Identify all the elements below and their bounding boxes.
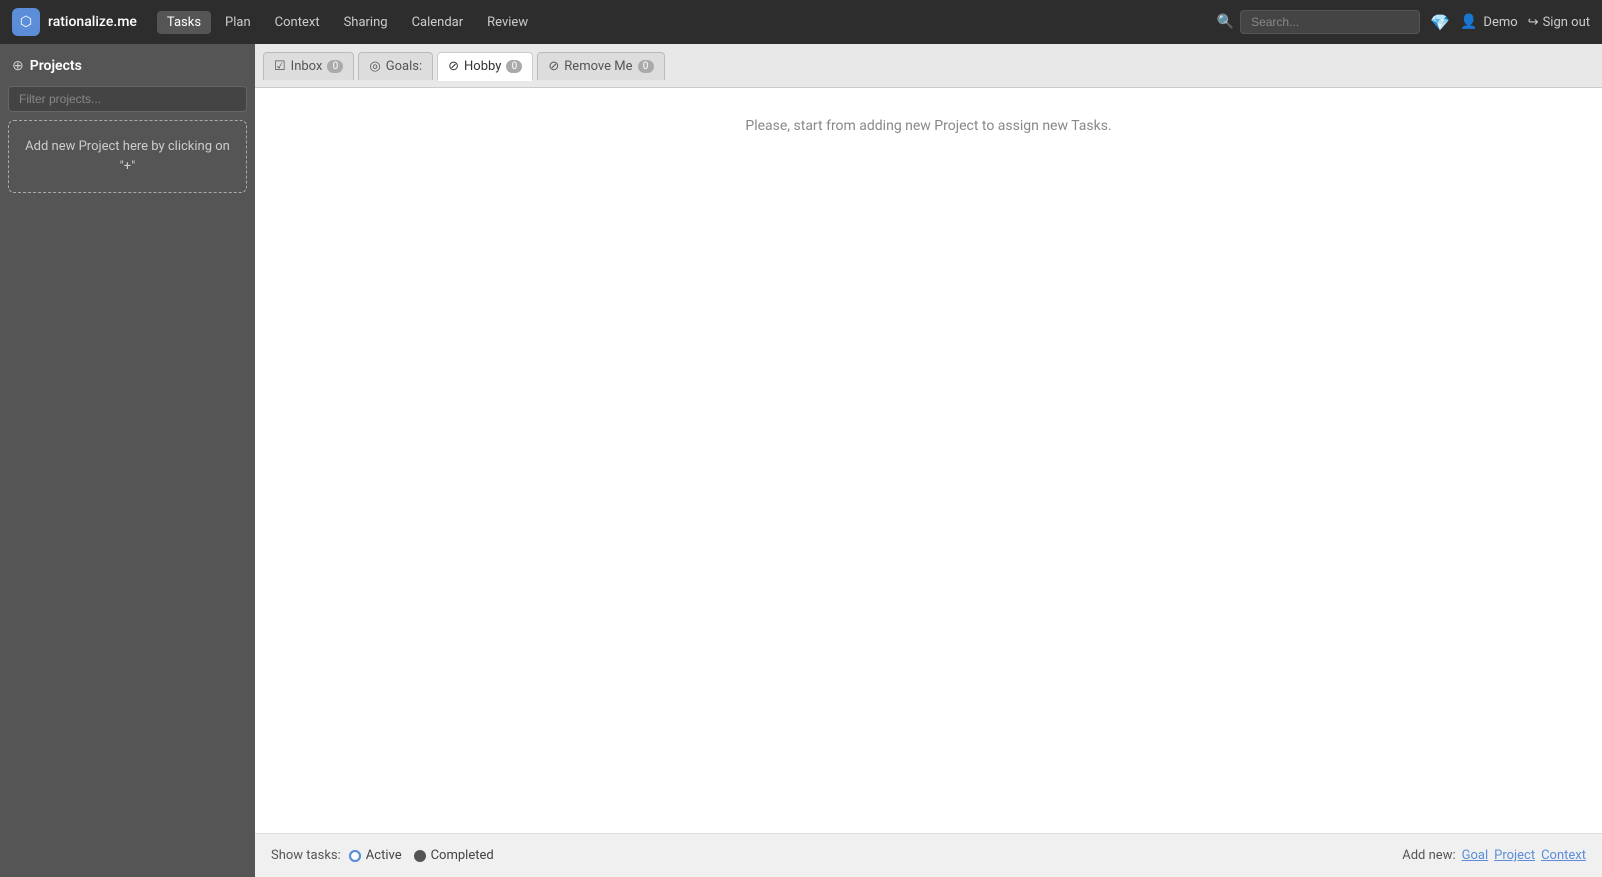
user-icon: 👤	[1460, 14, 1477, 30]
remove-me-icon: ⊘	[548, 59, 559, 74]
show-tasks-section: Show tasks: Active Completed	[271, 848, 494, 863]
sidebar-header: ⊕ Projects	[8, 54, 247, 78]
search-container: 🔍	[1217, 10, 1420, 34]
nav-item-sharing[interactable]: Sharing	[334, 11, 398, 34]
search-icon[interactable]: 🔍	[1217, 14, 1234, 30]
empty-state-message: Please, start from adding new Project to…	[745, 118, 1111, 134]
nav-item-tasks[interactable]: Tasks	[157, 11, 211, 34]
tab-hobby[interactable]: ⊘ Hobby 0	[437, 52, 533, 81]
add-new-label: Add new:	[1402, 848, 1455, 863]
logo-text: rationalize.me	[48, 14, 137, 30]
add-new-goal-link[interactable]: Goal	[1462, 848, 1489, 863]
tab-remove-me[interactable]: ⊘ Remove Me 0	[537, 52, 664, 80]
inbox-icon: ☑	[274, 59, 286, 74]
radio-active[interactable]: Active	[349, 848, 402, 863]
user-section: 👤 Demo	[1460, 14, 1518, 30]
filter-projects-input[interactable]	[8, 86, 247, 112]
search-input[interactable]	[1240, 10, 1420, 34]
show-tasks-label: Show tasks:	[271, 848, 341, 863]
signout-label: Sign out	[1543, 15, 1590, 30]
tab-inbox-badge: 0	[327, 60, 343, 73]
user-name: Demo	[1483, 15, 1517, 30]
tab-bar: ☑ Inbox 0 ◎ Goals: ⊘ Hobby 0 ⊘ Remove Me…	[255, 44, 1602, 88]
radio-completed-dot	[414, 850, 426, 862]
radio-completed[interactable]: Completed	[414, 848, 494, 863]
add-project-hint: Add new Project here by clicking on "+"	[8, 120, 247, 193]
sidebar: ⊕ Projects Add new Project here by click…	[0, 44, 255, 877]
add-new-section: Add new: Goal Project Context	[1402, 848, 1586, 863]
radio-active-dot	[349, 850, 361, 862]
signout-button[interactable]: ↪ Sign out	[1528, 15, 1590, 30]
signout-icon: ↪	[1528, 15, 1539, 30]
main-layout: ⊕ Projects Add new Project here by click…	[0, 44, 1602, 877]
tab-goals[interactable]: ◎ Goals:	[358, 52, 433, 80]
topnav-right: 🔍 💎 👤 Demo ↪ Sign out	[1217, 10, 1590, 34]
add-new-project-link[interactable]: Project	[1494, 848, 1535, 863]
content-area: ☑ Inbox 0 ◎ Goals: ⊘ Hobby 0 ⊘ Remove Me…	[255, 44, 1602, 877]
tab-remove-me-badge: 0	[638, 60, 654, 73]
nav-item-review[interactable]: Review	[477, 11, 538, 34]
main-content: Please, start from adding new Project to…	[255, 88, 1602, 833]
radio-group: Active Completed	[349, 848, 494, 863]
logo-icon: ⬡	[12, 8, 40, 36]
projects-icon: ⊕	[12, 58, 24, 74]
tab-inbox[interactable]: ☑ Inbox 0	[263, 52, 354, 80]
radio-completed-label: Completed	[431, 848, 494, 863]
tab-hobby-label: Hobby	[464, 59, 501, 74]
goals-icon: ◎	[369, 59, 380, 74]
add-new-context-link[interactable]: Context	[1541, 848, 1586, 863]
bottom-bar: Show tasks: Active Completed Add new: Go…	[255, 833, 1602, 877]
top-navigation: ⬡ rationalize.me Tasks Plan Context Shar…	[0, 0, 1602, 44]
nav-item-context[interactable]: Context	[265, 11, 330, 34]
nav-item-plan[interactable]: Plan	[215, 11, 261, 34]
tab-inbox-label: Inbox	[291, 59, 323, 74]
radio-active-label: Active	[366, 848, 402, 863]
main-navigation: Tasks Plan Context Sharing Calendar Revi…	[157, 11, 1209, 34]
tab-hobby-badge: 0	[506, 60, 522, 73]
logo[interactable]: ⬡ rationalize.me	[12, 8, 137, 36]
tab-remove-me-label: Remove Me	[564, 59, 632, 74]
projects-label: Projects	[30, 58, 82, 74]
hobby-icon: ⊘	[448, 59, 459, 74]
tab-goals-label: Goals:	[386, 59, 422, 74]
upgrade-icon[interactable]: 💎	[1430, 13, 1450, 32]
nav-item-calendar[interactable]: Calendar	[402, 11, 474, 34]
